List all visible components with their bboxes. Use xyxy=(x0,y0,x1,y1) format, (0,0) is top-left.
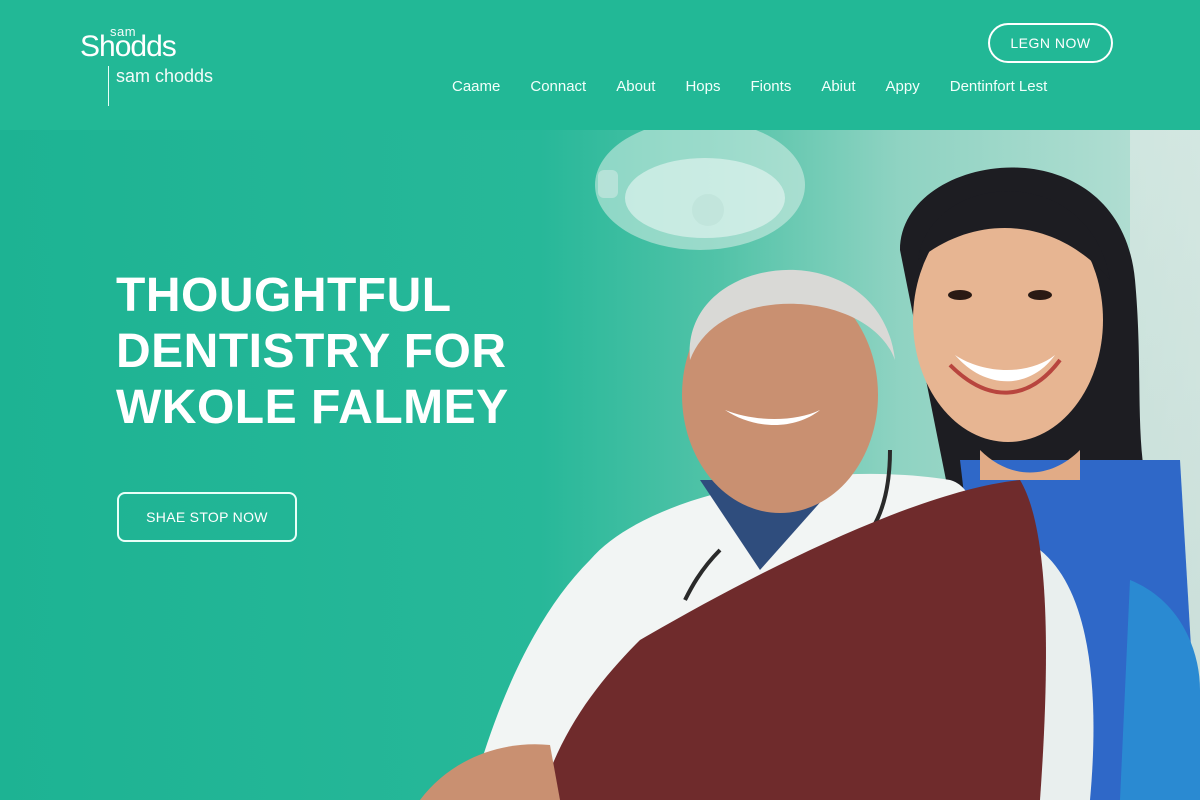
nav-item-hops[interactable]: Hops xyxy=(685,78,720,95)
nav-item-dentinfort-lest[interactable]: Dentinfort Lest xyxy=(950,78,1048,95)
nav-item-caame[interactable]: Caame xyxy=(452,78,500,95)
logo-divider xyxy=(108,66,109,106)
nav-item-abiut[interactable]: Abiut xyxy=(821,78,855,95)
logo-subtitle: sam chodds xyxy=(116,66,214,86)
site-header: sam Shodds sam chodds LEGN NOW Caame Con… xyxy=(0,0,1200,130)
hero-section: THOUGHTFUL DENTISTRY FOR WKOLE FALMEY SH… xyxy=(0,130,1200,800)
hero-photo xyxy=(420,130,1200,800)
shop-now-button[interactable]: SHAE STOP NOW xyxy=(117,492,297,542)
logo-wordmark: Shodds xyxy=(80,30,177,63)
login-now-button[interactable]: LEGN NOW xyxy=(988,23,1113,63)
hero-title-line-3: WKOLE FALMEY xyxy=(116,381,509,434)
hero-title-line-2: DENTISTRY FOR xyxy=(116,325,507,378)
patient-hand xyxy=(420,744,560,800)
nav-item-appy[interactable]: Appy xyxy=(886,78,920,95)
nav-item-fionts[interactable]: Fionts xyxy=(750,78,791,95)
hero-title-line-1: THOUGHTFUL xyxy=(116,269,452,322)
dental-lamp-icon xyxy=(595,130,805,250)
hero-title: THOUGHTFUL DENTISTRY FOR WKOLE FALMEY xyxy=(116,268,636,436)
main-nav: Caame Connact About Hops Fionts Abiut Ap… xyxy=(452,78,1047,95)
nav-item-connact[interactable]: Connact xyxy=(530,78,586,95)
nav-item-about[interactable]: About xyxy=(616,78,655,95)
